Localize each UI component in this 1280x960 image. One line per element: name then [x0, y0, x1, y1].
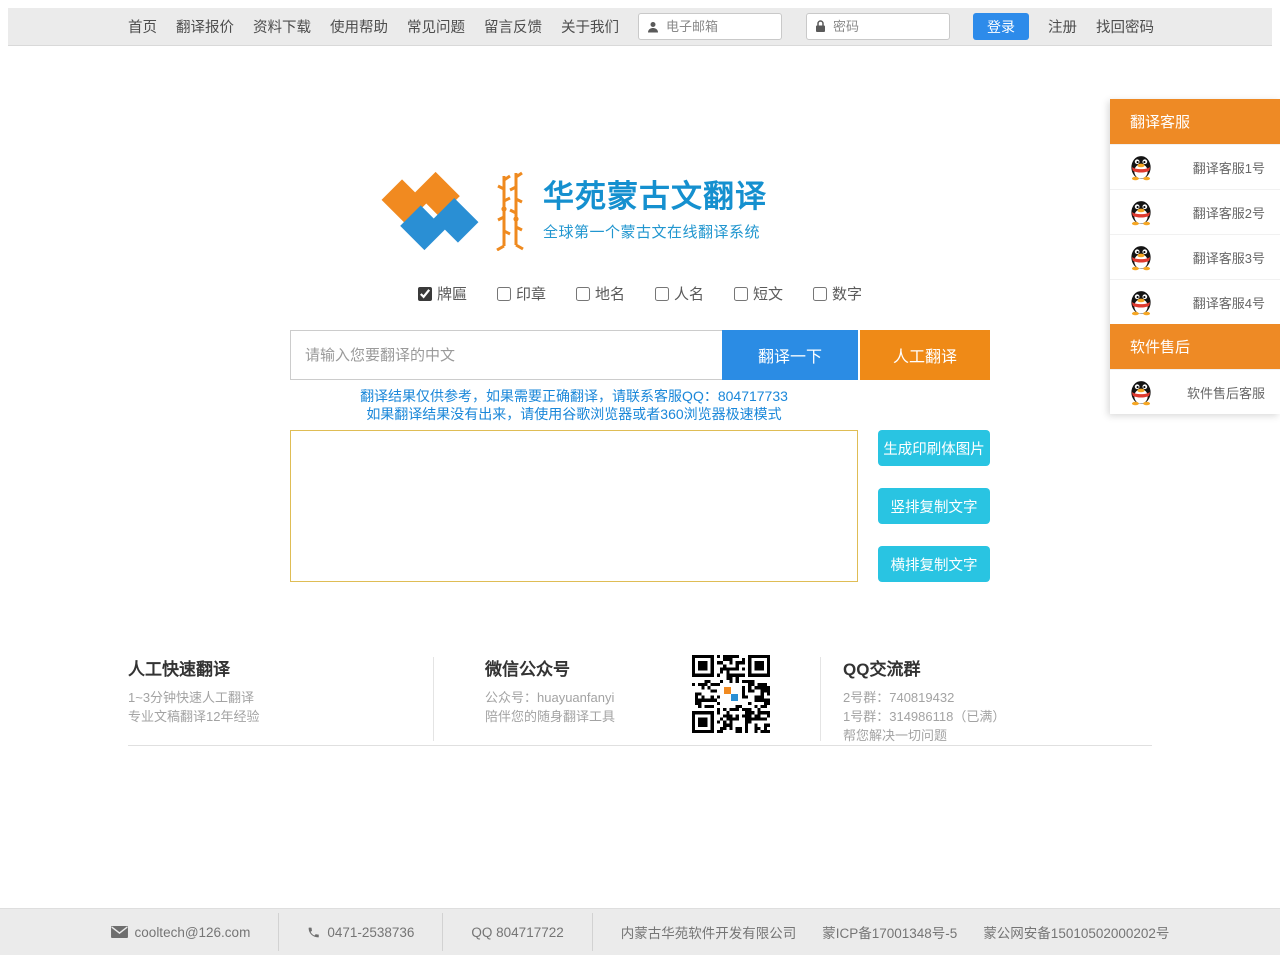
notice-line-2: 如果翻译结果没有出来，请使用谷歌浏览器或者360浏览器极速模式	[0, 405, 1148, 423]
footer-manual-line1: 1~3分钟快速人工翻译	[128, 688, 259, 707]
police-number: 蒙公网安备15010502000202号	[983, 922, 1169, 942]
bottom-bar: cooltech@126.com 0471-2538736 QQ 8047177…	[0, 908, 1280, 955]
category-personname-checkbox[interactable]	[655, 287, 669, 301]
translate-button[interactable]: 翻译一下	[722, 330, 858, 380]
password-input[interactable]	[833, 19, 941, 34]
footer-wechat-line2: 陪伴您的随身翻译工具	[485, 707, 615, 726]
site-title: 华苑蒙古文翻译	[543, 180, 767, 214]
phone-icon	[307, 926, 320, 939]
site-subtitle: 全球第一个蒙古文在线翻译系统	[543, 221, 767, 242]
category-number-checkbox[interactable]	[813, 287, 827, 301]
logo-mark-icon	[381, 170, 479, 252]
nav-pricing[interactable]: 翻译报价	[176, 16, 234, 37]
aftersale-header: 软件售后	[1110, 324, 1280, 369]
nav-feedback[interactable]: 留言反馈	[484, 16, 542, 37]
qq-penguin-icon	[1127, 153, 1155, 181]
result-box[interactable]	[290, 430, 858, 582]
category-placename-checkbox[interactable]	[576, 287, 590, 301]
category-seal[interactable]: 印章	[497, 283, 546, 304]
password-field-wrap	[806, 13, 950, 40]
category-number[interactable]: 数字	[813, 283, 862, 304]
qq-penguin-icon	[1127, 243, 1155, 271]
category-shorttext-checkbox[interactable]	[734, 287, 748, 301]
sidebar-item-aftersale[interactable]: 软件售后客服	[1110, 369, 1280, 414]
copy-vertical-text-button[interactable]: 竖排复制文字	[878, 488, 990, 524]
footer-manual-translate: 人工快速翻译 1~3分钟快速人工翻译 专业文稿翻译12年经验	[128, 655, 259, 726]
translate-input[interactable]	[290, 330, 722, 380]
translate-row: 翻译一下 人工翻译	[290, 330, 990, 380]
footer-wechat-title: 微信公众号	[485, 655, 615, 680]
person-icon	[647, 21, 659, 33]
logo-text: 华苑蒙古文翻译 全球第一个蒙古文在线翻译系统	[543, 180, 767, 242]
top-navbar: 首页 翻译报价 资料下载 使用帮助 常见问题 留言反馈 关于我们	[8, 8, 1272, 46]
generate-print-image-button[interactable]: 生成印刷体图片	[878, 430, 990, 466]
footer-manual-title: 人工快速翻译	[128, 655, 259, 680]
wechat-qr-code	[692, 655, 770, 733]
footer-divider	[433, 657, 434, 741]
notice: 翻译结果仅供参考，如果需要正确翻译，请联系客服QQ：804717733 如果翻译…	[0, 387, 1148, 423]
manual-translate-button[interactable]: 人工翻译	[860, 330, 990, 380]
bottombar-email: cooltech@126.com	[83, 925, 279, 940]
notice-line-1: 翻译结果仅供参考，如果需要正确翻译，请联系客服QQ：804717733	[0, 387, 1148, 405]
nav-help[interactable]: 使用帮助	[330, 16, 388, 37]
login-button[interactable]: 登录	[973, 13, 1029, 40]
nav-about[interactable]: 关于我们	[561, 16, 619, 37]
envelope-icon	[111, 926, 128, 938]
result-actions: 生成印刷体图片 竖排复制文字 横排复制文字	[878, 430, 990, 604]
footer-qq-line2: 1号群：314986118（已满）	[843, 707, 1005, 726]
sidebar-item-service-2[interactable]: 翻译客服2号	[1110, 189, 1280, 234]
footer-qq-line3: 帮您解决一切问题	[843, 726, 1005, 745]
copy-horizontal-text-button[interactable]: 横排复制文字	[878, 546, 990, 582]
footer-wechat: 微信公众号 公众号：huayuanfanyi 陪伴您的随身翻译工具	[485, 655, 615, 726]
category-plaque-checkbox[interactable]	[418, 287, 432, 301]
category-plaque[interactable]: 牌匾	[418, 283, 467, 304]
email-field-wrap	[638, 13, 782, 40]
mongolian-script-icon	[489, 171, 531, 251]
footer-divider	[820, 657, 821, 741]
page: 首页 翻译报价 资料下载 使用帮助 常见问题 留言反馈 关于我们	[0, 0, 1280, 960]
service-sidebar: 翻译客服 翻译客服1号 翻译客服2号 翻译客服3号 翻译客服4号 软件售后 软件…	[1110, 99, 1280, 414]
footer-qq-groups: QQ交流群 2号群：740819432 1号群：314986118（已满） 帮您…	[843, 655, 1005, 745]
qq-penguin-icon	[1127, 288, 1155, 316]
company-name: 内蒙古华苑软件开发有限公司	[621, 922, 797, 942]
nav-links: 首页 翻译报价 资料下载 使用帮助 常见问题 留言反馈 关于我们	[128, 16, 619, 37]
forgot-password-link[interactable]: 找回密码	[1096, 16, 1154, 37]
category-shorttext[interactable]: 短文	[734, 283, 783, 304]
qq-penguin-icon	[1127, 198, 1155, 226]
sidebar-item-service-4[interactable]: 翻译客服4号	[1110, 279, 1280, 324]
qq-penguin-icon	[1127, 378, 1155, 406]
bottombar-legal: 内蒙古华苑软件开发有限公司 蒙ICP备17001348号-5 蒙公网安备1501…	[593, 922, 1198, 942]
footer-manual-line2: 专业文稿翻译12年经验	[128, 707, 259, 726]
footer-wechat-line1: 公众号：huayuanfanyi	[485, 688, 615, 707]
bottombar-qq: QQ 804717722	[443, 925, 591, 940]
category-row: 牌匾 印章 地名 人名 短文 数字	[0, 283, 1280, 304]
icp-number: 蒙ICP备17001348号-5	[822, 922, 957, 942]
category-seal-checkbox[interactable]	[497, 287, 511, 301]
category-personname[interactable]: 人名	[655, 283, 704, 304]
nav-faq[interactable]: 常见问题	[407, 16, 465, 37]
register-link[interactable]: 注册	[1048, 16, 1077, 37]
email-input[interactable]	[666, 19, 773, 34]
category-placename[interactable]: 地名	[576, 283, 625, 304]
logo: 华苑蒙古文翻译 全球第一个蒙古文在线翻译系统	[0, 170, 1148, 252]
sidebar-item-service-3[interactable]: 翻译客服3号	[1110, 234, 1280, 279]
nav-downloads[interactable]: 资料下载	[253, 16, 311, 37]
footer: 人工快速翻译 1~3分钟快速人工翻译 专业文稿翻译12年经验 微信公众号 公众号…	[128, 655, 1152, 747]
lock-icon	[815, 20, 826, 33]
nav-home[interactable]: 首页	[128, 16, 157, 37]
login-cluster: 登录 注册 找回密码	[638, 13, 1154, 40]
footer-qq-line1: 2号群：740819432	[843, 688, 1005, 707]
footer-qq-title: QQ交流群	[843, 655, 1005, 680]
sidebar-item-service-1[interactable]: 翻译客服1号	[1110, 144, 1280, 189]
footer-rule	[128, 745, 1152, 746]
translate-service-header: 翻译客服	[1110, 99, 1280, 144]
bottombar-phone: 0471-2538736	[279, 925, 442, 940]
